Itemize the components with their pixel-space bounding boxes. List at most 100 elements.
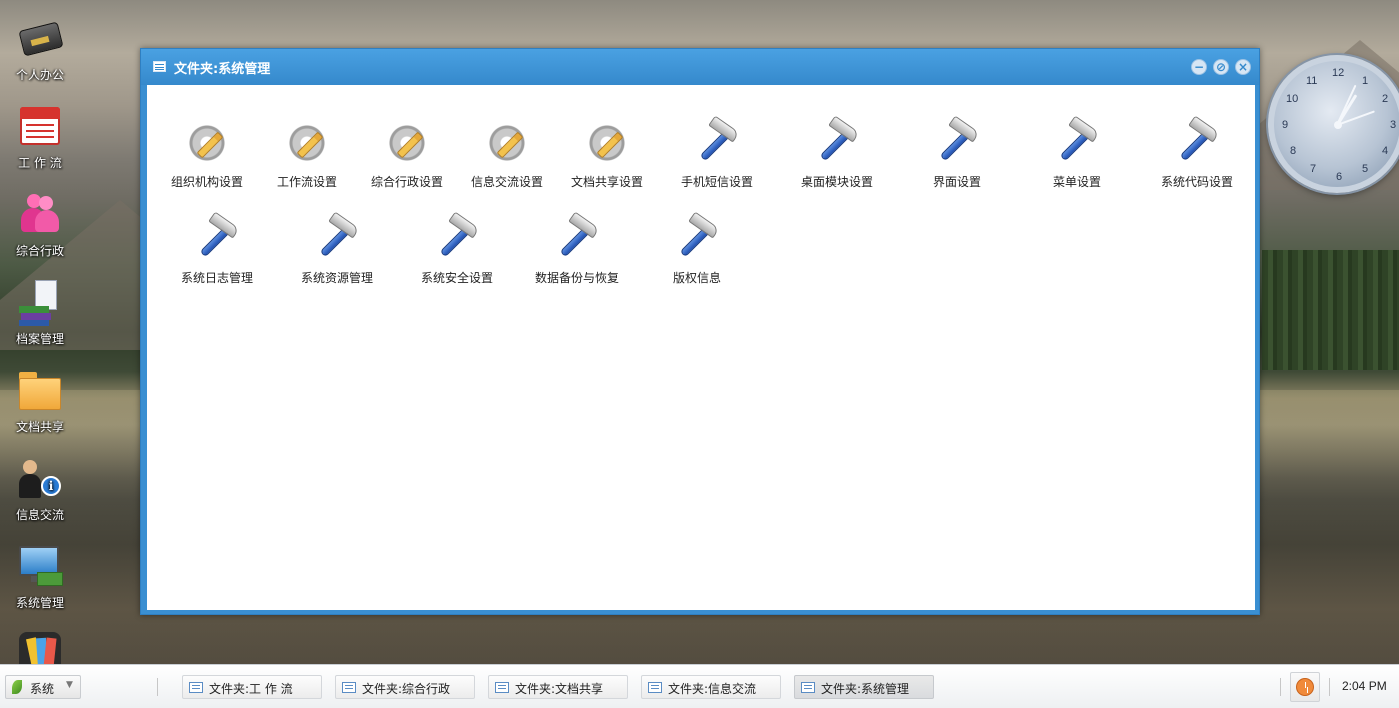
clock-center [1334,121,1342,129]
leaf-icon [12,680,22,694]
clock-widget-toggle[interactable] [1290,672,1320,702]
clock-number: 10 [1286,93,1299,105]
gear-icon [381,117,433,169]
desktop-icon-administration[interactable]: 综合行政 [4,192,76,259]
hammer-icon [1051,115,1103,169]
desktop-icon-info-exchange[interactable]: i 信息交流 [4,456,76,523]
maximize-icon[interactable]: ⊘ [1213,59,1229,75]
folder-icon [17,368,63,414]
analog-clock-widget: 12 1 2 3 4 5 6 7 8 9 10 11 [1268,55,1399,193]
clock-number: 3 [1390,119,1397,131]
hammer-icon [551,211,603,265]
folder-item-desktop-module-settings[interactable]: 桌面模块设置 [782,115,892,190]
folder-item-system-code-settings[interactable]: 系统代码设置 [1142,115,1252,190]
folder-item-label: 手机短信设置 [680,175,753,189]
folder-window: 文件夹:系统管理 − ⊘ × 组织机构设置 工作流设置 综合行政设置 信息交流设… [140,48,1260,615]
window-icon [648,682,662,693]
window-icon [495,682,509,693]
folder-item-doc-share-settings[interactable]: 文档共享设置 [552,117,662,190]
taskbar-separator [1280,678,1281,696]
hammer-icon [931,115,983,169]
folder-item-system-log[interactable]: 系统日志管理 [162,211,272,286]
task-label: 文件夹:文档共享 [515,682,604,696]
desktop-icon-doc-share[interactable]: 文档共享 [4,368,76,435]
folder-item-backup-restore[interactable]: 数据备份与恢复 [522,211,632,286]
task-button-system-admin[interactable]: 文件夹:系统管理 [794,675,934,699]
folder-item-label: 组织机构设置 [170,175,243,189]
desktop-icon-label: 文档共享 [15,420,64,434]
desktop-icon-label: 系统管理 [15,596,64,610]
hammer-icon [811,115,863,169]
task-button-doc-share[interactable]: 文件夹:文档共享 [488,675,628,699]
desktop-icon-workflow[interactable]: 工 作 流 [4,104,76,171]
taskbar-separator [1329,678,1330,696]
task-label: 文件夹:系统管理 [821,682,910,696]
folder-item-label: 工作流设置 [276,175,337,189]
folder-item-label: 版权信息 [672,271,721,285]
clock-number: 1 [1362,75,1369,87]
clock-number: 6 [1336,171,1343,183]
calendar-icon [17,104,63,150]
clock-number: 7 [1310,163,1317,175]
desktop-icon-label: 综合行政 [15,244,64,258]
hammer-icon [691,115,743,169]
folder-item-label: 桌面模块设置 [800,175,873,189]
clock-number: 2 [1382,93,1389,105]
folder-item-label: 文档共享设置 [570,175,643,189]
folder-item-workflow-settings[interactable]: 工作流设置 [252,117,362,190]
info-people-icon: i [17,456,63,502]
clock-number: 5 [1362,163,1369,175]
folder-item-label: 信息交流设置 [470,175,543,189]
minimize-icon[interactable]: − [1191,59,1207,75]
folder-item-copyright[interactable]: 版权信息 [642,211,752,286]
folder-item-system-resources[interactable]: 系统资源管理 [282,211,392,286]
close-icon[interactable]: × [1235,59,1251,75]
task-button-workflow[interactable]: 文件夹:工 作 流 [182,675,322,699]
window-icon [153,61,166,72]
system-menu-button[interactable]: 系统 ▼ [5,675,81,699]
folder-item-ui-settings[interactable]: 界面设置 [902,115,1012,190]
folder-item-security-settings[interactable]: 系统安全设置 [402,211,512,286]
desktop-icon-archives[interactable]: 档案管理 [4,280,76,347]
system-menu-label: 系统 [30,682,55,696]
hammer-icon [1171,115,1223,169]
desktop-icon-label: 工 作 流 [18,156,62,170]
computer-icon [17,544,63,590]
clock-number: 12 [1332,67,1345,79]
folder-item-label: 数据备份与恢复 [534,271,619,285]
taskbar-separator [157,678,158,696]
folder-item-sms-settings[interactable]: 手机短信设置 [662,115,772,190]
briefcase-icon [17,16,64,62]
folder-item-label: 综合行政设置 [370,175,443,189]
folder-item-admin-settings[interactable]: 综合行政设置 [352,117,462,190]
folder-item-label: 菜单设置 [1052,175,1101,189]
taskbar: 系统 ▼ 文件夹:工 作 流 文件夹:综合行政 文件夹:文档共享 文件夹:信息交… [0,664,1399,708]
task-button-info-exchange[interactable]: 文件夹:信息交流 [641,675,781,699]
folder-item-label: 系统资源管理 [300,271,373,285]
gear-icon [581,117,633,169]
task-label: 文件夹:综合行政 [362,682,451,696]
window-icon [189,682,203,693]
folder-item-org-settings[interactable]: 组织机构设置 [152,117,262,190]
task-button-administration[interactable]: 文件夹:综合行政 [335,675,475,699]
window-titlebar[interactable]: 文件夹:系统管理 − ⊘ × [141,49,1259,85]
folder-item-label: 系统日志管理 [180,271,253,285]
task-label: 文件夹:信息交流 [668,682,757,696]
clock-number: 4 [1382,145,1389,157]
desktop-icon-personal-office[interactable]: 个人办公 [4,16,76,83]
clock-number: 11 [1306,75,1318,87]
gear-icon [281,117,333,169]
clock-number: 8 [1290,145,1297,157]
hammer-icon [311,211,363,265]
clock-number: 9 [1282,119,1289,131]
hammer-icon [431,211,483,265]
window-icon [342,682,356,693]
desktop-icon-label: 信息交流 [15,508,64,522]
folder-item-info-settings[interactable]: 信息交流设置 [452,117,562,190]
window-content: 组织机构设置 工作流设置 综合行政设置 信息交流设置 文档共享设置 手机短信设置… [147,85,1255,610]
desktop-icon-system-admin[interactable]: 系统管理 [4,544,76,611]
desktop-icon-label: 个人办公 [15,68,64,82]
folder-item-label: 系统安全设置 [420,271,493,285]
folder-item-menu-settings[interactable]: 菜单设置 [1022,115,1132,190]
gear-icon [181,117,233,169]
